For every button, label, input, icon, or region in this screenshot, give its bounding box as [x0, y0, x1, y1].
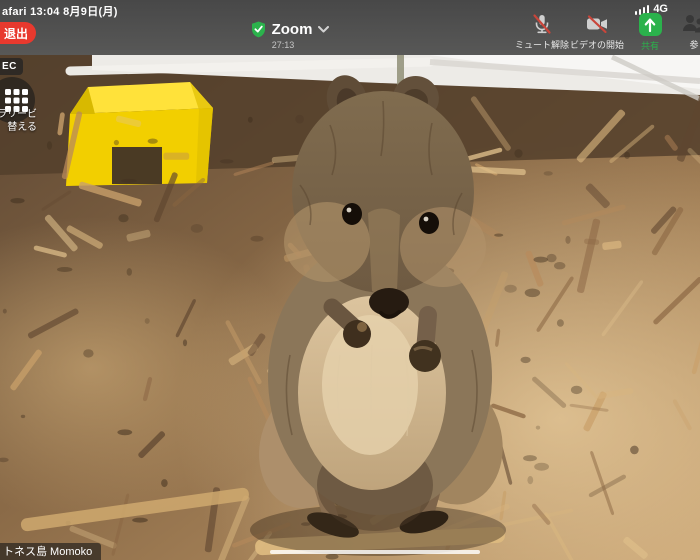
video-off-icon: [585, 13, 609, 35]
quokka-video-feed: [0, 55, 700, 560]
chevron-down-icon: [318, 26, 329, 33]
meeting-info-menu[interactable]: Zoom: [238, 19, 342, 39]
meeting-title-label: Zoom: [272, 21, 313, 38]
yellow-block: [66, 82, 213, 186]
share-button[interactable]: 共有: [627, 13, 673, 53]
participant-name-tag: トネス島 Momoko: [0, 543, 101, 560]
recording-badge: EC: [0, 58, 23, 75]
gallery-view-caption: ラリービ 替える: [0, 108, 37, 134]
share-arrow-icon: [639, 13, 662, 36]
shield-icon: [251, 21, 266, 38]
participants-button[interactable]: 参: [672, 13, 700, 53]
participants-label: 参: [689, 38, 698, 51]
start-video-button[interactable]: ビデオの開始: [564, 13, 630, 53]
start-video-label: ビデオの開始: [570, 38, 624, 51]
share-label: 共有: [641, 39, 659, 52]
meeting-timer: 27:13: [257, 40, 309, 50]
leave-button[interactable]: 退出: [0, 22, 36, 44]
meeting-toolbar: afari 13:04 8月9日(月) 4G 退出 Zoom 27:13: [0, 0, 700, 55]
unmute-label: ミュート解除: [515, 38, 569, 51]
statusbar-clock-date: afari 13:04 8月9日(月): [2, 3, 118, 19]
participants-icon: [681, 13, 700, 35]
home-indicator[interactable]: [270, 550, 480, 555]
zoom-meeting-screen: afari 13:04 8月9日(月) 4G 退出 Zoom 27:13: [0, 0, 700, 560]
mic-muted-icon: [531, 13, 553, 35]
